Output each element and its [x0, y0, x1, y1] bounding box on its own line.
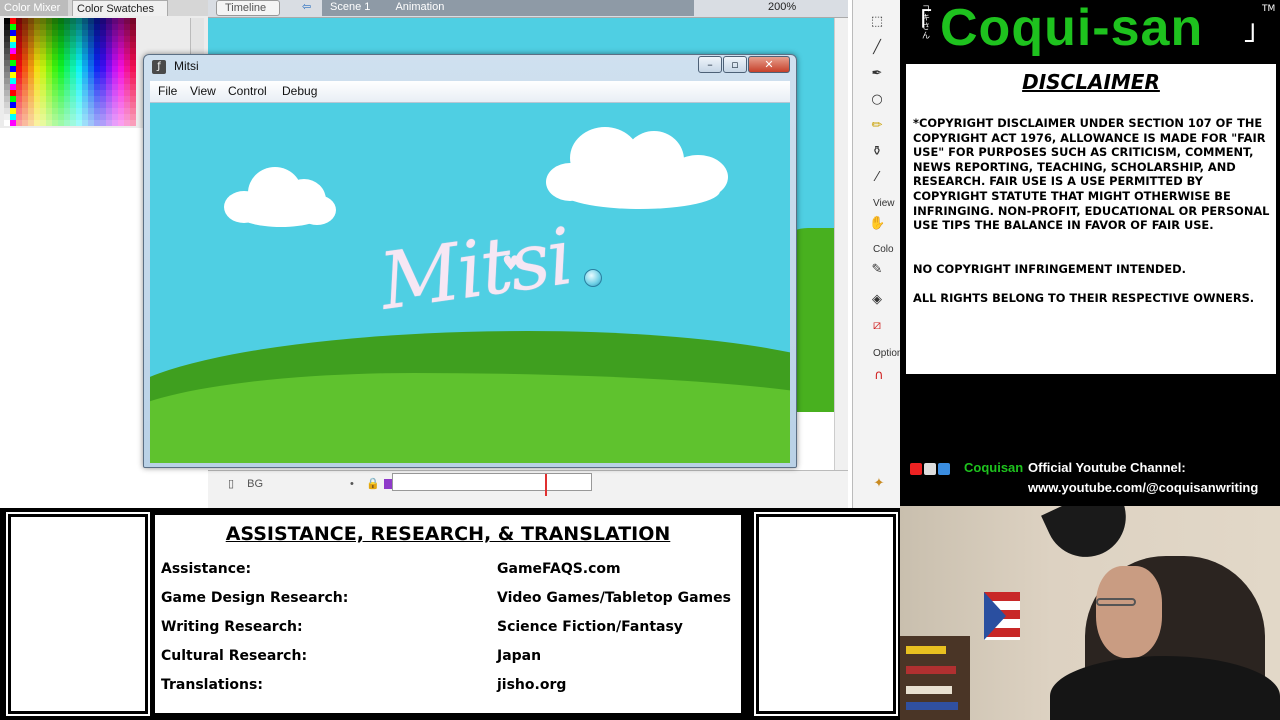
oval-tool-icon[interactable]: ○ [869, 92, 885, 108]
credit-key: Assistance: [161, 561, 252, 577]
magnet-icon[interactable]: ∩ [871, 368, 887, 384]
bottom-tool-icon[interactable]: ✦ [871, 476, 887, 492]
zoom-level[interactable]: 200% [760, 0, 804, 16]
credit-value: Science Fiction/Fantasy [497, 619, 683, 635]
disclaimer-panel: DISCLAIMER *COPYRIGHT DISCLAIMER UNDER S… [904, 62, 1278, 376]
glasses [1096, 598, 1136, 606]
credit-key: Writing Research: [161, 619, 303, 635]
brand-japanese: コキさん [922, 4, 930, 40]
menu-debug[interactable]: Debug [282, 84, 317, 98]
side-box-left [6, 512, 150, 716]
disclaimer-title: DISCLAIMER [1022, 70, 1160, 94]
free-transform-icon[interactable]: ⬚ [869, 14, 885, 30]
bookshelf [900, 636, 970, 720]
credit-row: Cultural Research: Japan [161, 648, 741, 670]
line-tool-icon[interactable]: ╱ [869, 40, 885, 56]
credit-value: jisho.org [497, 677, 567, 693]
menu-view[interactable]: View [190, 84, 216, 98]
eyedropper-icon[interactable]: ⁄ [869, 170, 885, 186]
person-face [1096, 566, 1162, 658]
animation-scene[interactable]: Mitsi ♥ [150, 103, 790, 463]
credit-row: Translations: jisho.org [161, 677, 741, 699]
disclaimer-no-infringement: NO COPYRIGHT INFRINGEMENT INTENDED. [913, 262, 1186, 276]
credits-panel: ASSISTANCE, RESEARCH, & TRANSLATION Assi… [152, 512, 744, 716]
hand-tool-icon[interactable]: ✋ [869, 216, 885, 232]
credit-key: Game Design Research: [161, 590, 349, 606]
channel-label: Official Youtube Channel: [1028, 460, 1186, 475]
timeline-bar: Timeline ⇦ Scene 1 Animation 200% [208, 0, 848, 18]
social-icons [910, 460, 952, 479]
channel-handle: Coquisan [964, 460, 1024, 475]
mitsi-logo: Mitsi [374, 212, 577, 328]
mitsi-player-window: ƒ Mitsi – ▫ ✕ File View Control Debug Mi… [143, 54, 797, 468]
scene-label: Scene 1 [330, 1, 371, 13]
fill-color-icon[interactable]: ◈ [869, 292, 885, 308]
disclaimer-body: *COPYRIGHT DISCLAIMER UNDER SECTION 107 … [913, 116, 1270, 233]
symbol-label: Animation [395, 1, 445, 13]
flash-player-icon: ƒ [152, 60, 166, 74]
layer-name: BG [247, 478, 264, 490]
tab-color-swatches[interactable]: Color Swatches [72, 0, 168, 16]
flag-triangle [984, 592, 1006, 640]
stage-scrollbar[interactable] [834, 18, 848, 508]
credit-value: GameFAQS.com [497, 561, 621, 577]
crown-icon [938, 463, 950, 475]
disclaimer-rights: ALL RIGHTS BELONG TO THEIR RESPECTIVE OW… [913, 291, 1255, 305]
heart-icon: ♥ [502, 251, 520, 275]
bracket-right-icon: 」 [1244, 13, 1273, 46]
menu-file[interactable]: File [158, 84, 177, 98]
credit-value: Video Games/Tabletop Games [497, 590, 731, 606]
busy-cursor-icon [584, 269, 602, 287]
scene-breadcrumb[interactable]: Scene 1 Animation [322, 0, 694, 16]
hill-front [150, 373, 790, 463]
pen-tool-icon[interactable]: ✒ [869, 66, 885, 82]
youtube-info: Coquisan Official Youtube Channel: www.y… [900, 376, 1280, 506]
page-icon: ▯ [228, 478, 235, 490]
brand-name: Coqui-san [940, 0, 1204, 57]
options-section-label: Option [873, 348, 900, 359]
playhead[interactable] [545, 474, 547, 496]
window-title: Mitsi [174, 59, 199, 73]
credit-key: Cultural Research: [161, 648, 308, 664]
dot-icon: • [350, 478, 354, 490]
webcam-feed [900, 506, 1280, 720]
pencil-tool-icon[interactable]: ✏ [869, 118, 885, 134]
menu-bar: File View Control Debug [150, 81, 790, 103]
trademark: TM [1262, 4, 1276, 14]
youtube-icon [910, 463, 922, 475]
menu-control[interactable]: Control [228, 84, 267, 98]
tab-color-mixer[interactable]: Color Mixer [0, 0, 68, 16]
layers-area: ▯ BG • 🔒 [208, 470, 848, 508]
phone-icon [924, 463, 936, 475]
stroke-color-icon[interactable]: ✎ [869, 262, 885, 278]
back-arrow-icon[interactable]: ⇦ [294, 0, 314, 16]
colors-section-label: Colo [873, 244, 894, 255]
credits-bar: ASSISTANCE, RESEARCH, & TRANSLATION Assi… [0, 508, 900, 720]
side-box-right [754, 512, 898, 716]
lock-icon[interactable]: 🔒 [366, 475, 380, 493]
view-section-label: View [873, 198, 895, 209]
tab-timeline[interactable]: Timeline [216, 0, 280, 16]
credit-row: Writing Research: Science Fiction/Fantas… [161, 619, 741, 641]
color-panel-tabs: Color Mixer Color Swatches [0, 0, 208, 16]
close-button[interactable]: ✕ [748, 56, 790, 73]
ink-bottle-icon[interactable]: ⚱ [869, 144, 885, 160]
credit-value: Japan [497, 648, 542, 664]
maximize-button[interactable]: ▫ [723, 56, 747, 73]
credit-row: Assistance: GameFAQS.com [161, 561, 741, 583]
minimize-button[interactable]: – [698, 56, 722, 73]
swatch-grid[interactable] [4, 18, 136, 126]
credit-key: Translations: [161, 677, 263, 693]
swap-colors-icon[interactable]: ⧄ [869, 318, 885, 334]
channel-url[interactable]: www.youtube.com/@coquisanwriting [1028, 480, 1258, 495]
layer-row-bg[interactable]: ▯ BG • 🔒 [224, 475, 394, 493]
tools-panel: ⬚ ╱ ✒ ○ ✏ ⚱ ⁄ View ✋ Colo ✎ ◈ ⧄ Option ∩… [852, 0, 900, 508]
frame-strip[interactable] [392, 473, 592, 496]
credits-title: ASSISTANCE, RESEARCH, & TRANSLATION [225, 523, 671, 545]
credit-row: Game Design Research: Video Games/Tablet… [161, 590, 741, 612]
